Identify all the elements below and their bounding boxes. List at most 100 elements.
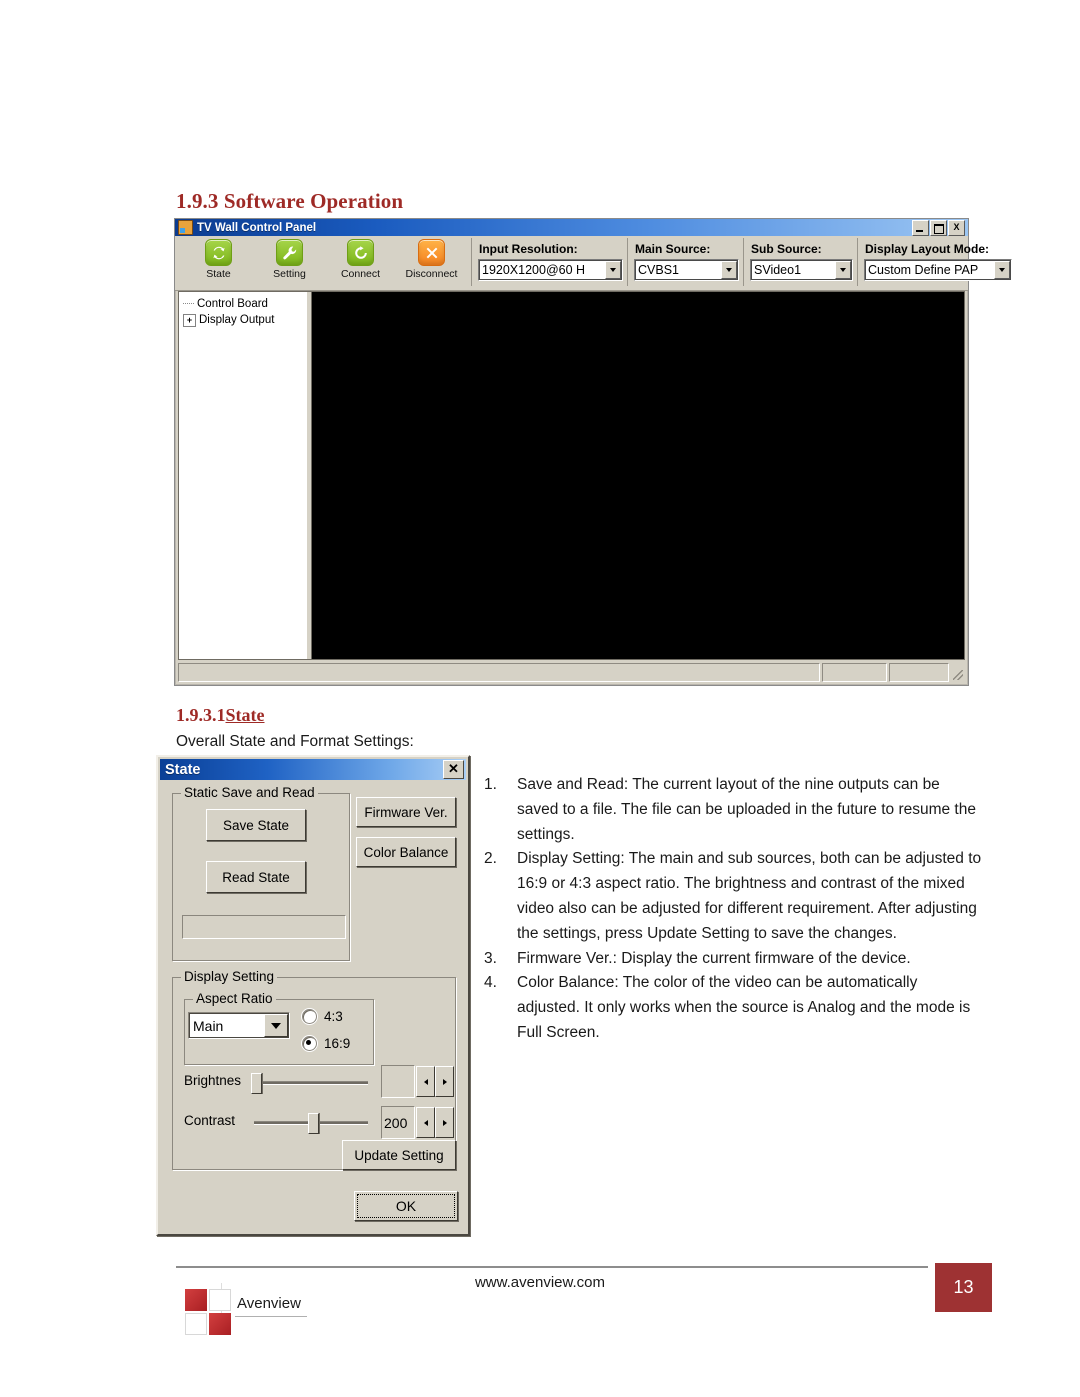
chevron-down-icon[interactable]: [264, 1014, 288, 1037]
brightness-slider-thumb[interactable]: [251, 1073, 262, 1094]
status-pane-1: [822, 663, 887, 682]
label-input-resolution: Input Resolution:: [479, 242, 578, 256]
read-state-button[interactable]: Read State: [206, 861, 306, 893]
list-item: 3. Firmware Ver.: Display the current fi…: [484, 947, 984, 972]
aspect-ratio-title: Aspect Ratio: [193, 991, 276, 1006]
aspect-target-select[interactable]: Main: [188, 1012, 290, 1039]
update-setting-button[interactable]: Update Setting: [342, 1140, 456, 1170]
tree-item-display-output[interactable]: + Display Output: [183, 312, 311, 328]
save-state-button[interactable]: Save State: [206, 809, 306, 841]
footer-divider: [176, 1266, 928, 1268]
sub-source-select[interactable]: SVideo1: [750, 259, 853, 281]
sub-section-caption: Overall State and Format Settings:: [176, 733, 414, 750]
chevron-down-icon[interactable]: [605, 261, 621, 279]
contrast-value-field[interactable]: 200: [381, 1106, 415, 1139]
toolbar-button-state[interactable]: State: [183, 239, 254, 280]
tree-item-control-board[interactable]: Control Board: [183, 296, 311, 312]
static-save-and-read-title: Static Save and Read: [181, 785, 318, 800]
refresh-icon: [205, 239, 232, 266]
toolbar-label-connect: Connect: [340, 268, 381, 280]
radio-label-16-9: 16:9: [324, 1036, 351, 1051]
device-tree[interactable]: Control Board + Display Output: [179, 292, 312, 659]
radio-aspect-4-3[interactable]: 4:3: [302, 1009, 343, 1024]
display-layout-mode-value: Custom Define PAP: [868, 263, 979, 277]
state-dialog: State ✕ Static Save and Read Save State …: [156, 755, 470, 1236]
status-bar: [178, 663, 965, 682]
display-layout-mode-select[interactable]: Custom Define PAP: [864, 259, 1012, 281]
brightness-slider-track[interactable]: [254, 1081, 368, 1085]
label-sub-source: Sub Source:: [751, 242, 822, 256]
list-item-number: 1.: [484, 776, 497, 793]
brightness-decrement-button[interactable]: [416, 1066, 435, 1097]
maximize-button[interactable]: [930, 219, 947, 236]
avenview-logo: Avenview: [185, 1283, 310, 1335]
radio-button-indicator: [302, 1009, 317, 1024]
firmware-ver-button[interactable]: Firmware Ver.: [356, 797, 456, 827]
sub-section-word: State: [225, 705, 265, 725]
toolbar-label-disconnect: Disconnect: [405, 268, 458, 280]
radio-button-indicator-selected: [302, 1036, 317, 1051]
chevron-down-icon[interactable]: [994, 261, 1010, 279]
list-item-text: Save and Read: The current layout of the…: [517, 776, 976, 843]
sub-section-number: 1.9.3.1: [176, 705, 226, 725]
logo-square-white-bottom: [185, 1313, 207, 1335]
splitter-handle[interactable]: [307, 292, 311, 659]
field-group-main-source: Main Source: CVBS1: [627, 238, 743, 286]
list-item: 1. Save and Read: The current layout of …: [484, 773, 984, 847]
contrast-decrement-button[interactable]: [416, 1107, 435, 1138]
ok-button[interactable]: OK: [354, 1191, 458, 1221]
status-pane-2: [889, 663, 949, 682]
chevron-down-icon[interactable]: [721, 261, 737, 279]
list-item-number: 4.: [484, 974, 497, 992]
contrast-slider-thumb[interactable]: [308, 1113, 319, 1134]
close-icon[interactable]: ✕: [443, 760, 464, 779]
tree-label-control-board: Control Board: [197, 298, 268, 310]
page-title: 1.9.3 Software Operation: [176, 189, 404, 213]
field-group-display-layout-mode: Display Layout Mode: Custom Define PAP: [857, 238, 1016, 286]
list-item-text: Color Balance: The color of the video ca…: [517, 974, 971, 1041]
label-main-source: Main Source:: [635, 242, 711, 256]
connect-icon: [347, 239, 374, 266]
main-source-select[interactable]: CVBS1: [634, 259, 739, 281]
status-pane-main: [178, 663, 820, 682]
toolbar: State Setting Connect Disconnect Input R…: [175, 236, 1012, 291]
input-resolution-select[interactable]: 1920X1200@60 H: [478, 259, 623, 281]
list-item: 2. Display Setting: The main and sub sou…: [484, 847, 984, 946]
expand-plus-icon[interactable]: +: [183, 313, 196, 327]
window-titlebar: TV Wall Control Panel X: [175, 219, 968, 236]
logo-underline: [235, 1316, 307, 1317]
close-button[interactable]: X: [948, 219, 965, 236]
list-item-text: Display Setting: The main and sub source…: [517, 850, 982, 942]
brightness-label: Brightnes: [184, 1073, 242, 1088]
contrast-label: Contrast: [184, 1113, 236, 1128]
list-item-number: 2.: [484, 850, 497, 868]
color-balance-button[interactable]: Color Balance: [356, 837, 456, 867]
window-title: TV Wall Control Panel: [197, 221, 317, 234]
toolbar-button-disconnect[interactable]: Disconnect: [396, 239, 467, 280]
sub-source-value: SVideo1: [754, 263, 802, 277]
input-resolution-value: 1920X1200@60 H: [482, 263, 586, 277]
resize-grip-icon[interactable]: [951, 663, 965, 682]
tree-label-display-output: Display Output: [199, 314, 275, 326]
toolbar-button-setting[interactable]: Setting: [254, 239, 325, 280]
close-x-icon: [418, 239, 445, 266]
toolbar-button-connect[interactable]: Connect: [325, 239, 396, 280]
brightness-increment-button[interactable]: [435, 1066, 454, 1097]
page-number-badge: 13: [935, 1263, 992, 1312]
tree-connector-icon: [183, 303, 194, 305]
minimize-button[interactable]: [912, 219, 929, 236]
label-display-layout-mode: Display Layout Mode:: [865, 242, 990, 256]
list-item-text: Firmware Ver.: Display the current firmw…: [517, 949, 911, 967]
brightness-value-field[interactable]: [381, 1065, 415, 1098]
toolbar-label-setting: Setting: [273, 268, 306, 280]
list-item: 4. Color Balance: The color of the video…: [484, 971, 984, 1045]
chevron-down-icon[interactable]: [835, 261, 851, 279]
field-group-input-resolution: Input Resolution: 1920X1200@60 H: [471, 238, 627, 286]
radio-aspect-16-9[interactable]: 16:9: [302, 1036, 350, 1051]
notes-list: 1. Save and Read: The current layout of …: [484, 773, 984, 1046]
status-progress-field: [182, 915, 346, 939]
ok-button-label: OK: [357, 1194, 455, 1218]
wrench-icon: [276, 239, 303, 266]
contrast-increment-button[interactable]: [435, 1107, 454, 1138]
state-dialog-titlebar: State ✕: [160, 759, 466, 780]
